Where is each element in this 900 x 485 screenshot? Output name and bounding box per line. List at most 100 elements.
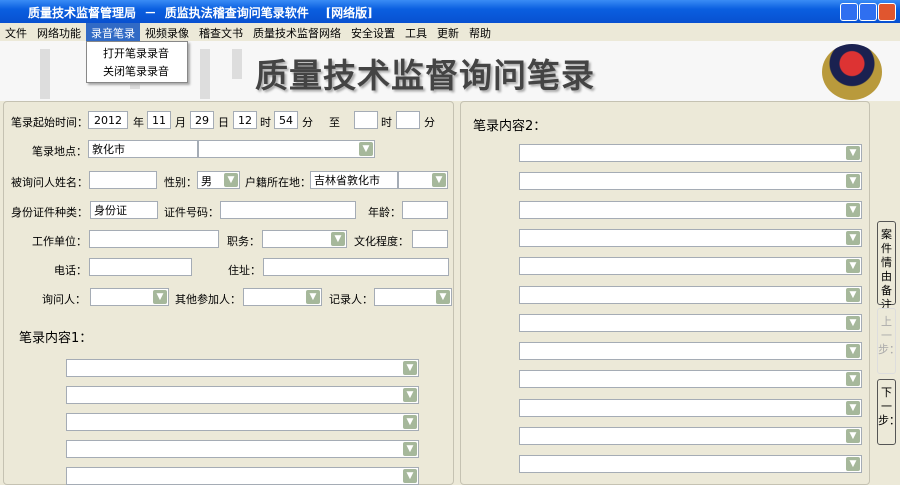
address-input[interactable] bbox=[263, 258, 449, 276]
content-line-select[interactable]: ▼ bbox=[519, 342, 862, 361]
day-unit: 日 bbox=[218, 116, 229, 129]
education-input[interactable] bbox=[412, 230, 448, 248]
chevron-down-icon: ▼ bbox=[846, 344, 860, 359]
right-panel: 笔录内容2： ▼ ▼ ▼ ▼ ▼ ▼ ▼ ▼ ▼ ▼ ▼ ▼ bbox=[460, 101, 870, 485]
minute-input[interactable]: 54 bbox=[274, 111, 298, 129]
content-line-select[interactable]: ▼ bbox=[66, 386, 419, 404]
chevron-down-icon: ▼ bbox=[846, 287, 860, 302]
menu-1[interactable]: 网络功能 bbox=[32, 23, 86, 41]
end-hour-input[interactable] bbox=[354, 111, 378, 129]
menu-0[interactable]: 文件 bbox=[0, 23, 32, 41]
address-label: 住址： bbox=[228, 264, 261, 277]
case-notes-button[interactable]: 案件情由备注 bbox=[877, 221, 896, 311]
left-panel: 笔录起始时间： 2012 年 11 月 29 日 12 时 54 分 至 时 分… bbox=[3, 101, 454, 485]
id-no-label: 证件号码： bbox=[164, 206, 219, 219]
domicile-label: 户籍所在地： bbox=[245, 176, 311, 189]
month-unit: 月 bbox=[175, 116, 186, 129]
menu-bar: 文件 网络功能 录音笔录 视频录像 稽查文书 质量技术监督网络 安全设置 工具 更新 帮助 bbox=[0, 23, 900, 41]
content-line-select[interactable]: ▼ bbox=[519, 257, 862, 276]
window-title: 质量技术监督管理局 － 质监执法稽查询问笔录软件 [网络版] bbox=[28, 6, 373, 20]
chevron-down-icon: ▼ bbox=[306, 290, 320, 304]
domicile-input[interactable]: 吉林省敦化市 bbox=[310, 171, 398, 189]
id-type-input[interactable]: 身份证 bbox=[90, 201, 158, 219]
others-label: 其他参加人： bbox=[175, 293, 241, 306]
interviewer-select[interactable]: ▼ bbox=[90, 288, 169, 306]
menu-item-close-recording[interactable]: 关闭笔录录音 bbox=[87, 62, 187, 80]
next-step-button[interactable]: 下一步： bbox=[877, 379, 900, 445]
interviewer-label: 询问人： bbox=[42, 293, 86, 306]
domicile-select[interactable]: ▼ bbox=[398, 171, 448, 189]
maximize-button[interactable] bbox=[859, 3, 877, 21]
work-label: 工作单位： bbox=[32, 235, 87, 248]
recorder-select[interactable]: ▼ bbox=[374, 288, 452, 306]
age-input[interactable] bbox=[402, 201, 448, 219]
start-time-label: 笔录起始时间： bbox=[11, 116, 88, 129]
work-input[interactable] bbox=[89, 230, 219, 248]
content-line-select[interactable]: ▼ bbox=[519, 455, 862, 474]
content-line-select[interactable]: ▼ bbox=[66, 413, 419, 431]
chevron-down-icon: ▼ bbox=[846, 400, 860, 415]
phone-label: 电话： bbox=[54, 264, 87, 277]
place-select[interactable]: ▼ bbox=[198, 140, 375, 158]
content-line-select[interactable]: ▼ bbox=[519, 398, 862, 417]
chevron-down-icon: ▼ bbox=[403, 361, 417, 375]
banner-title: 质量技术监督询问笔录 bbox=[255, 56, 595, 95]
chevron-down-icon: ▼ bbox=[403, 415, 417, 429]
content-line-select[interactable]: ▼ bbox=[66, 467, 419, 485]
content-line-select[interactable]: ▼ bbox=[519, 200, 862, 219]
emblem-icon bbox=[822, 44, 882, 100]
menu-9[interactable]: 帮助 bbox=[464, 23, 496, 41]
chevron-down-icon: ▼ bbox=[359, 142, 373, 156]
close-button[interactable] bbox=[878, 3, 896, 21]
gender-value: 男 bbox=[201, 175, 212, 188]
title-bar: 质量技术监督管理局 － 质监执法稽查询问笔录软件 [网络版] bbox=[0, 0, 900, 23]
menu-6[interactable]: 安全设置 bbox=[346, 23, 400, 41]
content-line-select[interactable]: ▼ bbox=[519, 427, 862, 445]
age-label: 年龄： bbox=[368, 206, 401, 219]
gender-select[interactable]: 男 ▼ bbox=[197, 171, 240, 189]
menu-8[interactable]: 更新 bbox=[432, 23, 464, 41]
content-line-select[interactable]: ▼ bbox=[519, 370, 862, 389]
position-label: 职务： bbox=[227, 235, 260, 248]
menu-7[interactable]: 工具 bbox=[400, 23, 432, 41]
hour-input[interactable]: 12 bbox=[233, 111, 257, 129]
content-line-select[interactable]: ▼ bbox=[519, 313, 862, 332]
content-line-select[interactable]: ▼ bbox=[66, 440, 419, 458]
chevron-down-icon: ▼ bbox=[846, 372, 860, 387]
position-select[interactable]: ▼ bbox=[262, 230, 347, 248]
chevron-down-icon: ▼ bbox=[331, 232, 345, 246]
others-select[interactable]: ▼ bbox=[243, 288, 322, 306]
content1-label: 笔录内容1： bbox=[19, 331, 93, 346]
month-input[interactable]: 11 bbox=[147, 111, 171, 129]
minute-unit: 分 bbox=[302, 116, 313, 129]
chevron-down-icon: ▼ bbox=[432, 173, 446, 187]
prev-step-button[interactable]: 上一步： bbox=[877, 308, 900, 374]
id-type-label: 身份证件种类： bbox=[11, 206, 88, 219]
menu-4[interactable]: 稽查文书 bbox=[194, 23, 248, 41]
name-input[interactable] bbox=[89, 171, 157, 189]
chevron-down-icon: ▼ bbox=[846, 202, 860, 217]
end-minute-unit: 分 bbox=[424, 116, 435, 129]
year-input[interactable]: 2012 bbox=[88, 111, 128, 129]
phone-input[interactable] bbox=[89, 258, 192, 276]
content-line-select[interactable]: ▼ bbox=[66, 359, 419, 377]
content-line-select[interactable]: ▼ bbox=[519, 285, 862, 304]
chevron-down-icon: ▼ bbox=[846, 230, 860, 245]
end-hour-unit: 时 bbox=[381, 116, 392, 129]
menu-3[interactable]: 视频录像 bbox=[140, 23, 194, 41]
chevron-down-icon: ▼ bbox=[846, 259, 860, 274]
content-line-select[interactable]: ▼ bbox=[519, 228, 862, 247]
menu-item-open-recording[interactable]: 打开笔录录音 bbox=[87, 44, 187, 62]
id-no-input[interactable] bbox=[220, 201, 356, 219]
menu-2[interactable]: 录音笔录 bbox=[86, 23, 140, 41]
gender-label: 性别： bbox=[164, 176, 197, 189]
place-input[interactable]: 敦化市 bbox=[88, 140, 198, 158]
menu-5[interactable]: 质量技术监督网络 bbox=[248, 23, 346, 41]
minimize-button[interactable] bbox=[840, 3, 858, 21]
recording-dropdown: 打开笔录录音 关闭笔录录音 bbox=[86, 41, 188, 83]
end-minute-input[interactable] bbox=[396, 111, 420, 129]
content-line-select[interactable]: ▼ bbox=[519, 172, 862, 191]
day-input[interactable]: 29 bbox=[190, 111, 214, 129]
content-line-select[interactable]: ▼ bbox=[519, 144, 862, 162]
name-label: 被询问人姓名： bbox=[11, 176, 88, 189]
